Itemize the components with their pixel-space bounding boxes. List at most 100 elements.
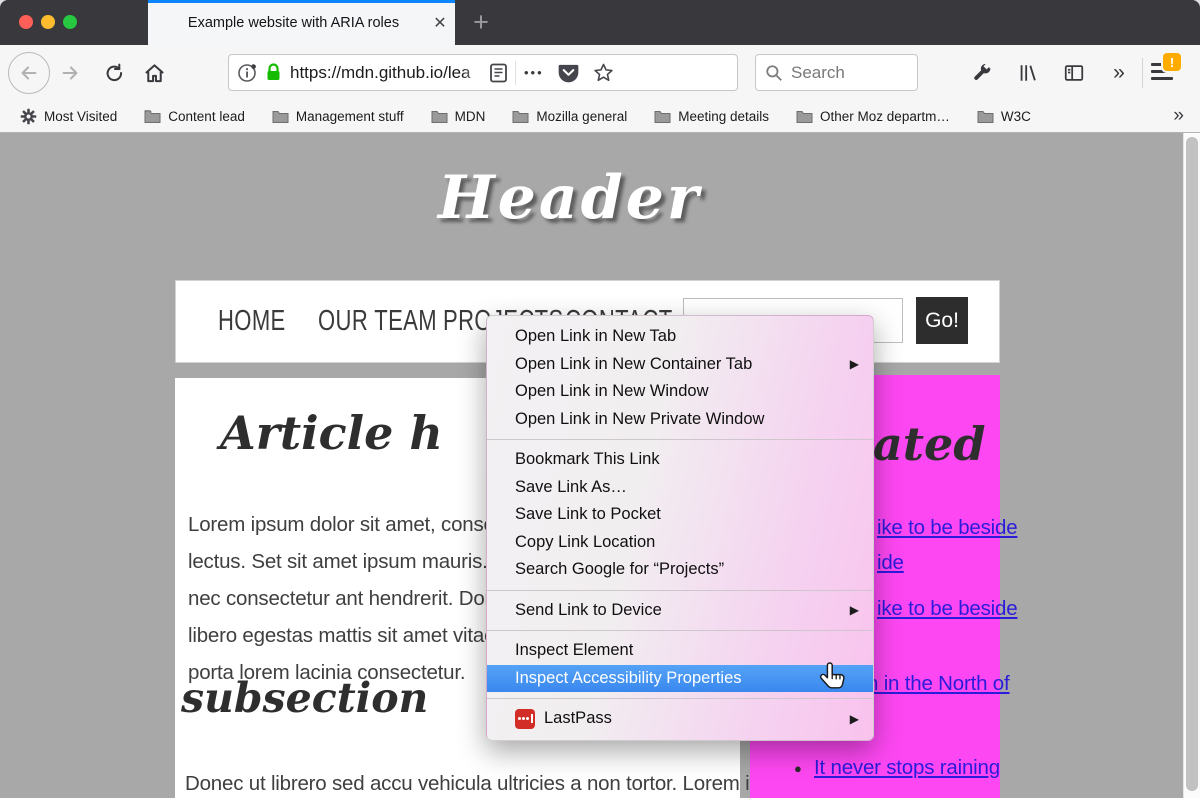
folder-icon <box>144 109 161 123</box>
bookmark-folder-content-lead[interactable]: Content lead <box>144 109 245 124</box>
lastpass-icon <box>515 709 535 729</box>
tab-close-icon[interactable]: ✕ <box>425 13 455 33</box>
page-viewport: Header HOME OUR TEAM PROJECTS CONTACT Go… <box>0 133 1200 798</box>
home-icon <box>143 62 166 85</box>
urlbar-separator <box>515 61 516 85</box>
bookmark-label: Mozilla general <box>536 109 627 124</box>
sidebar-link[interactable]: n in the North of <box>867 672 1009 696</box>
menu-item-save-to-pocket[interactable]: Save Link to Pocket <box>487 501 873 529</box>
menu-item-search-google[interactable]: Search Google for “Projects” <box>487 556 873 584</box>
app-menu-button[interactable]: ! <box>1151 61 1177 85</box>
minimize-window-button[interactable] <box>41 15 55 29</box>
menu-item-open-container-tab[interactable]: Open Link in New Container Tab▶ <box>487 351 873 379</box>
bookmark-folder-mdn[interactable]: MDN <box>431 109 486 124</box>
search-bar[interactable]: Search <box>755 54 918 91</box>
menu-item-open-new-tab[interactable]: Open Link in New Tab <box>487 323 873 351</box>
link-context-menu: Open Link in New Tab Open Link in New Co… <box>486 315 874 741</box>
gear-icon <box>20 108 37 125</box>
bookmark-folder-other-moz[interactable]: Other Moz departm… <box>796 109 950 124</box>
bookmark-label: Meeting details <box>678 109 769 124</box>
url-bar[interactable]: https://mdn.github.io/lea ••• <box>228 54 738 91</box>
zoom-window-button[interactable] <box>63 15 77 29</box>
sidebar-link[interactable]: ike to be beside <box>877 597 1017 621</box>
menu-item-lastpass[interactable]: LastPass ▶ <box>487 705 873 733</box>
menu-separator <box>487 439 873 440</box>
site-info-icon[interactable] <box>237 63 257 83</box>
menu-item-open-new-window[interactable]: Open Link in New Window <box>487 378 873 406</box>
back-arrow-icon <box>18 62 40 84</box>
sidebar-link[interactable]: It never stops raining <box>814 756 1000 780</box>
forward-arrow-icon <box>59 62 81 84</box>
url-text: https://mdn.github.io/lea <box>290 63 471 82</box>
pocket-icon[interactable] <box>558 62 579 83</box>
nav-link-our-team[interactable]: OUR TEAM <box>318 305 437 338</box>
page-scrollbar-thumb[interactable] <box>1186 137 1198 791</box>
bookmark-folder-mozilla-general[interactable]: Mozilla general <box>512 109 627 124</box>
bookmark-label: Most Visited <box>44 109 117 124</box>
close-window-button[interactable] <box>19 15 33 29</box>
developer-tools-button[interactable] <box>966 60 998 86</box>
bookmarks-overflow-button[interactable]: » <box>1173 105 1184 127</box>
wrench-icon <box>971 62 993 84</box>
home-button[interactable] <box>139 60 169 86</box>
go-button[interactable]: Go! <box>916 297 968 344</box>
bookmarks-toolbar: Most Visited Content lead Management stu… <box>0 100 1200 133</box>
menu-item-send-to-device[interactable]: Send Link to Device▶ <box>487 597 873 625</box>
reader-mode-icon[interactable] <box>490 63 507 83</box>
reload-button[interactable] <box>100 61 128 85</box>
reload-icon <box>104 63 125 84</box>
bookmark-most-visited[interactable]: Most Visited <box>20 108 117 125</box>
bookmark-label: Management stuff <box>296 109 404 124</box>
bookmark-star-icon[interactable] <box>593 62 614 83</box>
menu-item-inspect-element[interactable]: Inspect Element <box>487 637 873 665</box>
active-tab-indicator <box>148 0 455 3</box>
article-heading: Article h <box>220 406 443 460</box>
sidebar-link[interactable]: ike to be beside <box>877 516 1017 540</box>
folder-icon <box>431 109 448 123</box>
menu-separator <box>487 698 873 699</box>
folder-icon <box>272 109 289 123</box>
folder-icon <box>512 109 529 123</box>
bookmark-label: Content lead <box>168 109 245 124</box>
forward-button[interactable] <box>56 61 84 85</box>
browser-tab[interactable]: Example website with ARIA roles ✕ <box>148 0 455 45</box>
submenu-arrow-icon: ▶ <box>850 603 859 617</box>
search-placeholder: Search <box>791 63 845 83</box>
submenu-arrow-icon: ▶ <box>850 712 859 726</box>
menu-item-open-private-window[interactable]: Open Link in New Private Window <box>487 406 873 434</box>
bookmark-folder-management-stuff[interactable]: Management stuff <box>272 109 404 124</box>
menu-item-inspect-accessibility[interactable]: Inspect Accessibility Properties <box>487 665 873 693</box>
page-header-title: Header <box>438 163 701 233</box>
library-button[interactable] <box>1012 60 1044 86</box>
menu-item-copy-link-location[interactable]: Copy Link Location <box>487 529 873 557</box>
page-actions-icon[interactable]: ••• <box>524 65 544 80</box>
toolbar-separator <box>1142 58 1143 88</box>
library-icon <box>1017 62 1039 84</box>
sidebar-link[interactable]: ide <box>877 551 904 575</box>
sidebar-toggle-button[interactable] <box>1058 60 1090 86</box>
folder-icon <box>977 109 994 123</box>
bookmark-label: MDN <box>455 109 486 124</box>
menu-separator <box>487 590 873 591</box>
toolbar-overflow-button[interactable]: » <box>1102 59 1136 87</box>
list-bullet: ● <box>794 761 802 776</box>
sidebar-heading: ated <box>873 417 985 471</box>
folder-icon <box>654 109 671 123</box>
lock-icon[interactable] <box>265 63 282 82</box>
nav-toolbar: https://mdn.github.io/lea ••• Search <box>0 45 1200 100</box>
url-text-wrap: https://mdn.github.io/lea <box>290 63 488 83</box>
bookmark-folder-w3c[interactable]: W3C <box>977 109 1031 124</box>
hand-cursor-icon <box>818 661 848 693</box>
submenu-arrow-icon: ▶ <box>850 357 859 371</box>
back-button[interactable] <box>8 52 50 94</box>
bookmark-folder-meeting-details[interactable]: Meeting details <box>654 109 769 124</box>
new-tab-button[interactable]: + <box>460 0 502 45</box>
menu-item-save-link-as[interactable]: Save Link As… <box>487 474 873 502</box>
sidebar-icon <box>1063 62 1085 84</box>
menu-item-bookmark-link[interactable]: Bookmark This Link <box>487 446 873 474</box>
tab-title: Example website with ARIA roles <box>148 15 425 31</box>
folder-icon <box>796 109 813 123</box>
subsection-heading: subsection <box>181 674 428 722</box>
url-fade <box>462 63 488 83</box>
nav-link-home[interactable]: HOME <box>218 305 286 338</box>
